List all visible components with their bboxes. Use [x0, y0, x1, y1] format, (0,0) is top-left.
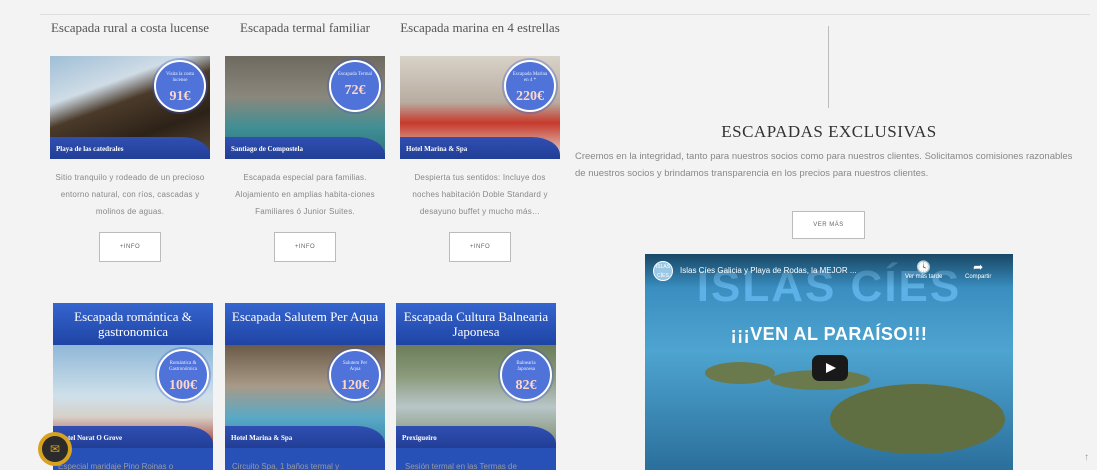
card-title: Escapada marina en 4 estrellas: [400, 20, 560, 35]
price-badge: Salutem Per Aqua 120€: [329, 349, 381, 401]
play-button[interactable]: [812, 355, 848, 381]
video-title-link[interactable]: Islas Cíes Galicia y Playa de Rodas, la …: [680, 266, 857, 275]
card-romantica: Escapada romántica & gastronomica Románt…: [53, 303, 213, 470]
vertical-divider: [828, 26, 829, 108]
card-image[interactable]: Balnearia Japonesa 82€ Prexigueiro: [396, 345, 556, 448]
ver-mas-button[interactable]: VER MÁS: [792, 211, 865, 239]
caption-bar: Hotel Marina & Spa: [225, 426, 385, 448]
card-image[interactable]: Visita la costa lucense 91€ Playa de las …: [50, 56, 210, 159]
video-overlay-subtitle: ¡¡¡VEN AL PARAÍSO!!!: [730, 324, 928, 344]
card-description: Despierta tus sentidos: Incluye dos noch…: [412, 173, 548, 216]
caption-text: Playa de las catedrales: [56, 145, 124, 153]
card-salutem: Escapada Salutem Per Aqua Salutem Per Aq…: [225, 303, 385, 470]
caption-bar: Santiago de Compostela: [225, 137, 385, 159]
card-description: Escapada especial para familias. Alojami…: [235, 173, 375, 216]
caption-text: Santiago de Compostela: [231, 145, 303, 153]
card-image[interactable]: Romántica & Gastronómica 100€ Hotel Norat…: [53, 345, 213, 448]
price-badge: Escapada Termal 72€: [329, 60, 381, 112]
share-label: Compartir: [965, 274, 992, 280]
caption-bar: Hotel Marina & Spa: [400, 137, 560, 159]
island-shape: [830, 384, 1005, 454]
section-text: Creemos en la integridad, tanto para nue…: [575, 151, 1073, 179]
share-button[interactable]: ➦ Compartir: [965, 260, 991, 280]
price-badge: Escapada Marina en 4 * 220€: [504, 60, 556, 112]
top-divider: [40, 14, 1090, 15]
card-description-cut: Circuito Spa, 1 baños termal y: [232, 462, 340, 470]
card-image[interactable]: Escapada Termal 72€ Santiago de Compostel…: [225, 56, 385, 159]
watch-later-button[interactable]: 🕓 Ver más tarde: [905, 260, 942, 280]
card-title: Escapada termal familiar: [240, 20, 370, 35]
info-button[interactable]: +INFO: [449, 232, 511, 262]
channel-avatar[interactable]: ISLAS CÍES: [653, 261, 673, 281]
price-badge: Balnearia Japonesa 82€: [500, 349, 552, 401]
section-title: ESCAPADAS EXCLUSIVAS: [721, 122, 937, 141]
caption-bar: Prexigueiro: [396, 426, 556, 448]
youtube-video-embed[interactable]: ISLAS CÍES ¡¡¡VEN AL PARAÍSO!!! ISLAS CÍ…: [645, 254, 1013, 470]
card-title: Escapada rural a costa lucense: [50, 20, 210, 35]
caption-text: Hotel Marina & Spa: [231, 434, 293, 442]
price-badge: Visita la costa lucense 91€: [154, 60, 206, 112]
page: Escapada rural a costa lucense Visita la…: [0, 0, 1097, 470]
price-badge: Romántica & Gastronómica 100€: [157, 349, 209, 401]
card-description: Sitio tranquilo y rodeado de un precioso…: [55, 173, 205, 216]
card-title: Escapada Salutem Per Aqua: [225, 303, 385, 345]
chat-button[interactable]: ✉: [38, 432, 72, 466]
card-description-cut: Sesión termal en las Termas de: [405, 462, 517, 470]
card-description-cut: Especial maridaje Pino Roinas o: [58, 462, 174, 470]
card-japonesa: Escapada Cultura Balnearia Japonesa Baln…: [396, 303, 556, 470]
card-rural: Escapada rural a costa lucense Visita la…: [50, 20, 210, 262]
card-termal: Escapada termal familiar Escapada Termal…: [225, 20, 385, 262]
mail-chat-icon: ✉: [42, 436, 68, 462]
share-icon: ➦: [973, 260, 984, 274]
caption-bar: Playa de las catedrales: [50, 137, 210, 159]
info-button[interactable]: +INFO: [274, 232, 336, 262]
caption-text: Hotel Marina & Spa: [406, 145, 468, 153]
island-shape: [705, 362, 775, 384]
caption-text: Prexigueiro: [402, 434, 437, 442]
card-title: Escapada Cultura Balnearia Japonesa: [396, 303, 556, 345]
scroll-up-icon[interactable]: ↑: [1084, 452, 1089, 463]
caption-bar: Hotel Norat O Grove: [53, 426, 213, 448]
card-title: Escapada romántica & gastronomica: [53, 303, 213, 345]
card-marina: Escapada marina en 4 estrellas Escapada …: [400, 20, 560, 262]
clock-icon: 🕓: [916, 260, 932, 274]
info-button[interactable]: +INFO: [99, 232, 161, 262]
card-image[interactable]: Salutem Per Aqua 120€ Hotel Marina & Spa: [225, 345, 385, 448]
watch-later-label: Ver más tarde: [905, 274, 943, 280]
card-image[interactable]: Escapada Marina en 4 * 220€ Hotel Marina …: [400, 56, 560, 159]
